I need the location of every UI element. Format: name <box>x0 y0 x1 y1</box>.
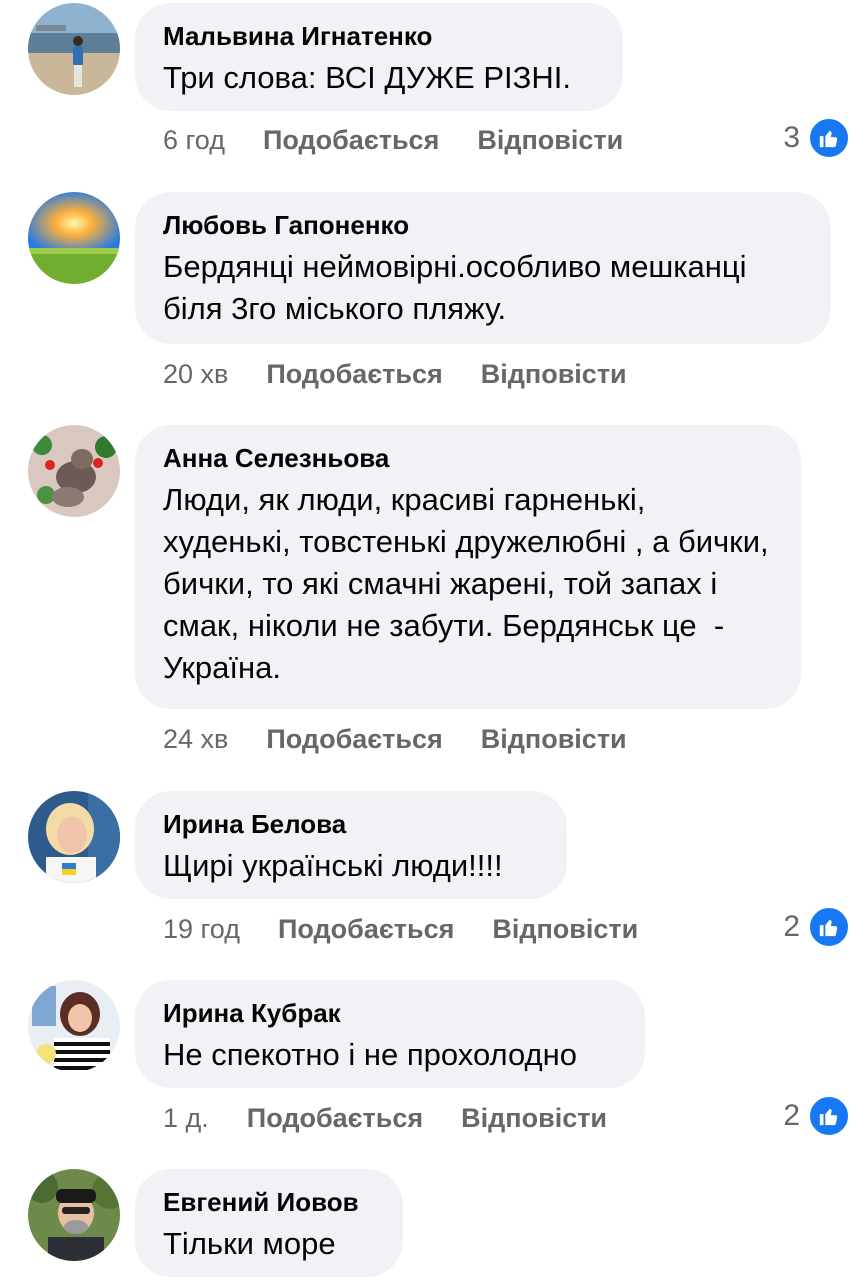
reaction-summary[interactable]: 2 <box>783 906 850 948</box>
reaction-count: 2 <box>783 910 800 943</box>
avatar[interactable] <box>28 425 120 517</box>
reply-button[interactable]: Відповісти <box>461 1102 607 1134</box>
like-button[interactable]: Подобається <box>263 124 439 156</box>
like-button[interactable]: Подобається <box>278 913 454 945</box>
like-button[interactable]: Подобається <box>266 723 442 755</box>
thumbs-up-icon <box>808 906 850 948</box>
avatar[interactable] <box>28 1169 120 1261</box>
avatar-photo-woman-striped-icon <box>28 980 120 1072</box>
comment-actions: 20 хв Подобається Відповісти <box>163 358 665 390</box>
avatar[interactable] <box>28 192 120 284</box>
avatar[interactable] <box>28 3 120 95</box>
reply-button[interactable]: Відповісти <box>492 913 638 945</box>
comment-actions: 24 хв Подобається Відповісти <box>163 723 665 755</box>
avatar-photo-woman-icon <box>28 791 120 883</box>
comment-author[interactable]: Ирина Кубрак <box>163 998 615 1028</box>
comment-time[interactable]: 24 хв <box>163 723 228 755</box>
reaction-count: 3 <box>783 121 800 154</box>
reply-button[interactable]: Відповісти <box>481 723 627 755</box>
comment-time[interactable]: 1 д. <box>163 1102 209 1134</box>
thumbs-up-icon <box>808 117 850 159</box>
avatar-photo-seaside-icon <box>28 3 120 95</box>
comment-bubble: Ирина Кубрак Не спекотно і не прохолодно <box>135 980 645 1088</box>
reaction-count: 2 <box>783 1099 800 1132</box>
comment-actions: 19 год Подобається Відповісти <box>163 913 676 945</box>
avatar[interactable] <box>28 980 120 1072</box>
reaction-summary[interactable]: 2 <box>783 1095 850 1137</box>
avatar-photo-sunset-icon <box>28 192 120 284</box>
comment-author[interactable]: Мальвина Игнатенко <box>163 21 593 51</box>
comment-bubble: Евгений Иовов Тільки море <box>135 1169 403 1277</box>
comment-text: Люди, як люди, красиві гарненькі, худень… <box>163 482 778 685</box>
comment-author[interactable]: Евгений Иовов <box>163 1187 373 1217</box>
reply-button[interactable]: Відповісти <box>481 358 627 390</box>
comment-text: Бердянці неймовірні.особливо мешканці бі… <box>163 249 756 326</box>
comment-time[interactable]: 6 год <box>163 124 225 156</box>
comment-text: Три слова: ВСІ ДУЖЕ РІЗНІ. <box>163 60 571 95</box>
thumbs-up-icon <box>808 1095 850 1137</box>
comment-author[interactable]: Ирина Белова <box>163 809 537 839</box>
comment-text: Не спекотно і не прохолодно <box>163 1037 577 1072</box>
comment-actions: 1 д. Подобається Відповісти <box>163 1102 645 1134</box>
reaction-summary[interactable]: 3 <box>783 117 850 159</box>
avatar-photo-man-cap-icon <box>28 1169 120 1261</box>
comment-bubble: Любовь Гапоненко Бердянці неймовірні.осо… <box>135 192 831 344</box>
comment-time[interactable]: 19 год <box>163 913 240 945</box>
comment-time[interactable]: 20 хв <box>163 358 228 390</box>
avatar[interactable] <box>28 791 120 883</box>
like-button[interactable]: Подобається <box>266 358 442 390</box>
comment-text: Щирі українські люди!!!! <box>163 848 503 883</box>
comment-author[interactable]: Любовь Гапоненко <box>163 210 801 240</box>
avatar-photo-cats-icon <box>28 425 120 517</box>
comment-text: Тільки море <box>163 1226 336 1261</box>
comment-bubble: Ирина Белова Щирі українські люди!!!! <box>135 791 567 899</box>
reply-button[interactable]: Відповісти <box>477 124 623 156</box>
comment-bubble: Анна Селезньова Люди, як люди, красиві г… <box>135 425 801 709</box>
like-button[interactable]: Подобається <box>247 1102 423 1134</box>
comment-actions: 6 год Подобається Відповісти <box>163 124 661 156</box>
comment-bubble: Мальвина Игнатенко Три слова: ВСІ ДУЖЕ Р… <box>135 3 623 111</box>
comment-author[interactable]: Анна Селезньова <box>163 443 771 473</box>
